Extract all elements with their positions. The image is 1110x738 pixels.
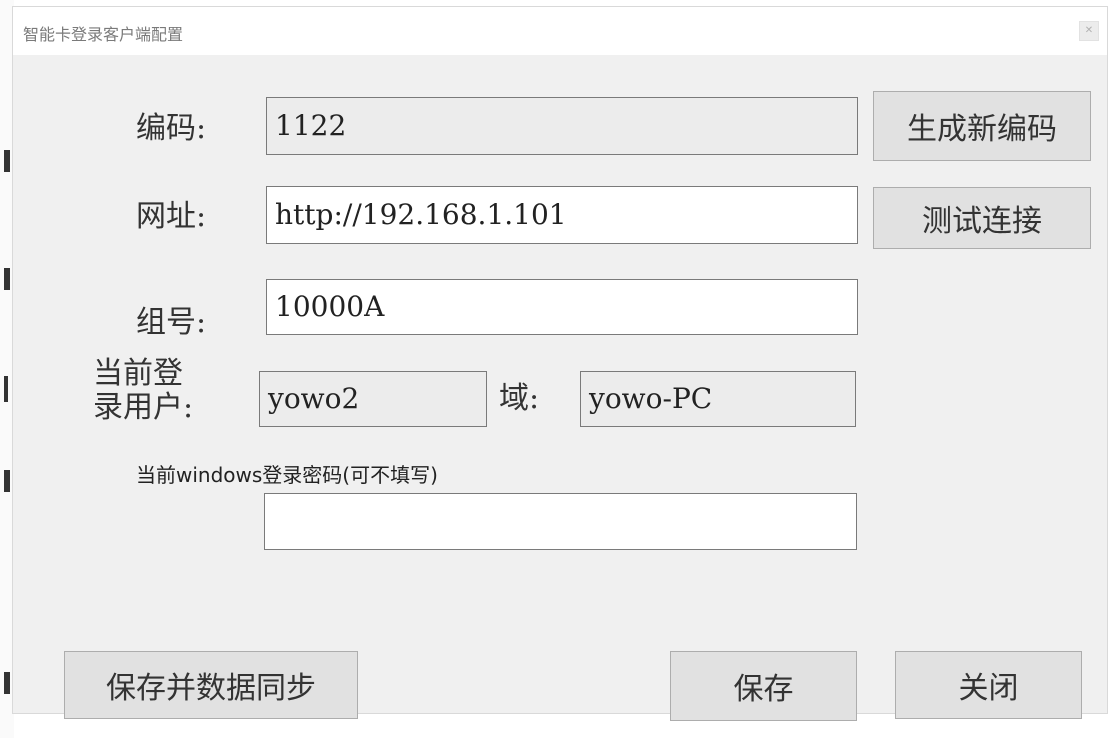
config-dialog: 智能卡登录客户端配置 ✕ 编码: 1122 生成新编码 网址: http://1… [12,6,1108,721]
current-user-label-line2: 录用户: [93,390,194,425]
generate-code-button[interactable]: 生成新编码 [873,91,1091,161]
password-label: 当前windows登录密码(可不填写) [136,463,438,487]
close-button[interactable]: 关闭 [895,651,1082,719]
save-button[interactable]: 保存 [670,651,857,721]
domain-label: 域: [499,381,540,416]
background-text-fragment [4,470,10,492]
background-text-fragment [4,150,10,172]
domain-field[interactable]: yowo-PC [580,371,856,427]
current-user-field[interactable]: yowo2 [259,371,487,427]
url-field[interactable]: http://192.168.1.101 [266,186,858,244]
test-connection-button[interactable]: 测试连接 [873,187,1091,249]
current-user-label-line1: 当前登 [93,356,183,391]
code-field[interactable]: 1122 [266,97,858,155]
password-field[interactable] [264,493,857,550]
group-field[interactable]: 10000A [266,279,858,335]
background-text-fragment [4,376,8,402]
close-icon[interactable]: ✕ [1079,21,1099,41]
window-title: 智能卡登录客户端配置 [23,25,184,44]
group-label: 组号: [136,305,207,340]
title-bar[interactable]: 智能卡登录客户端配置 ✕ [13,7,1107,55]
url-label: 网址: [136,199,207,234]
background-text-fragment [4,672,10,694]
save-and-sync-button[interactable]: 保存并数据同步 [64,651,358,719]
code-label: 编码: [136,111,207,146]
background-text-fragment [4,268,10,290]
